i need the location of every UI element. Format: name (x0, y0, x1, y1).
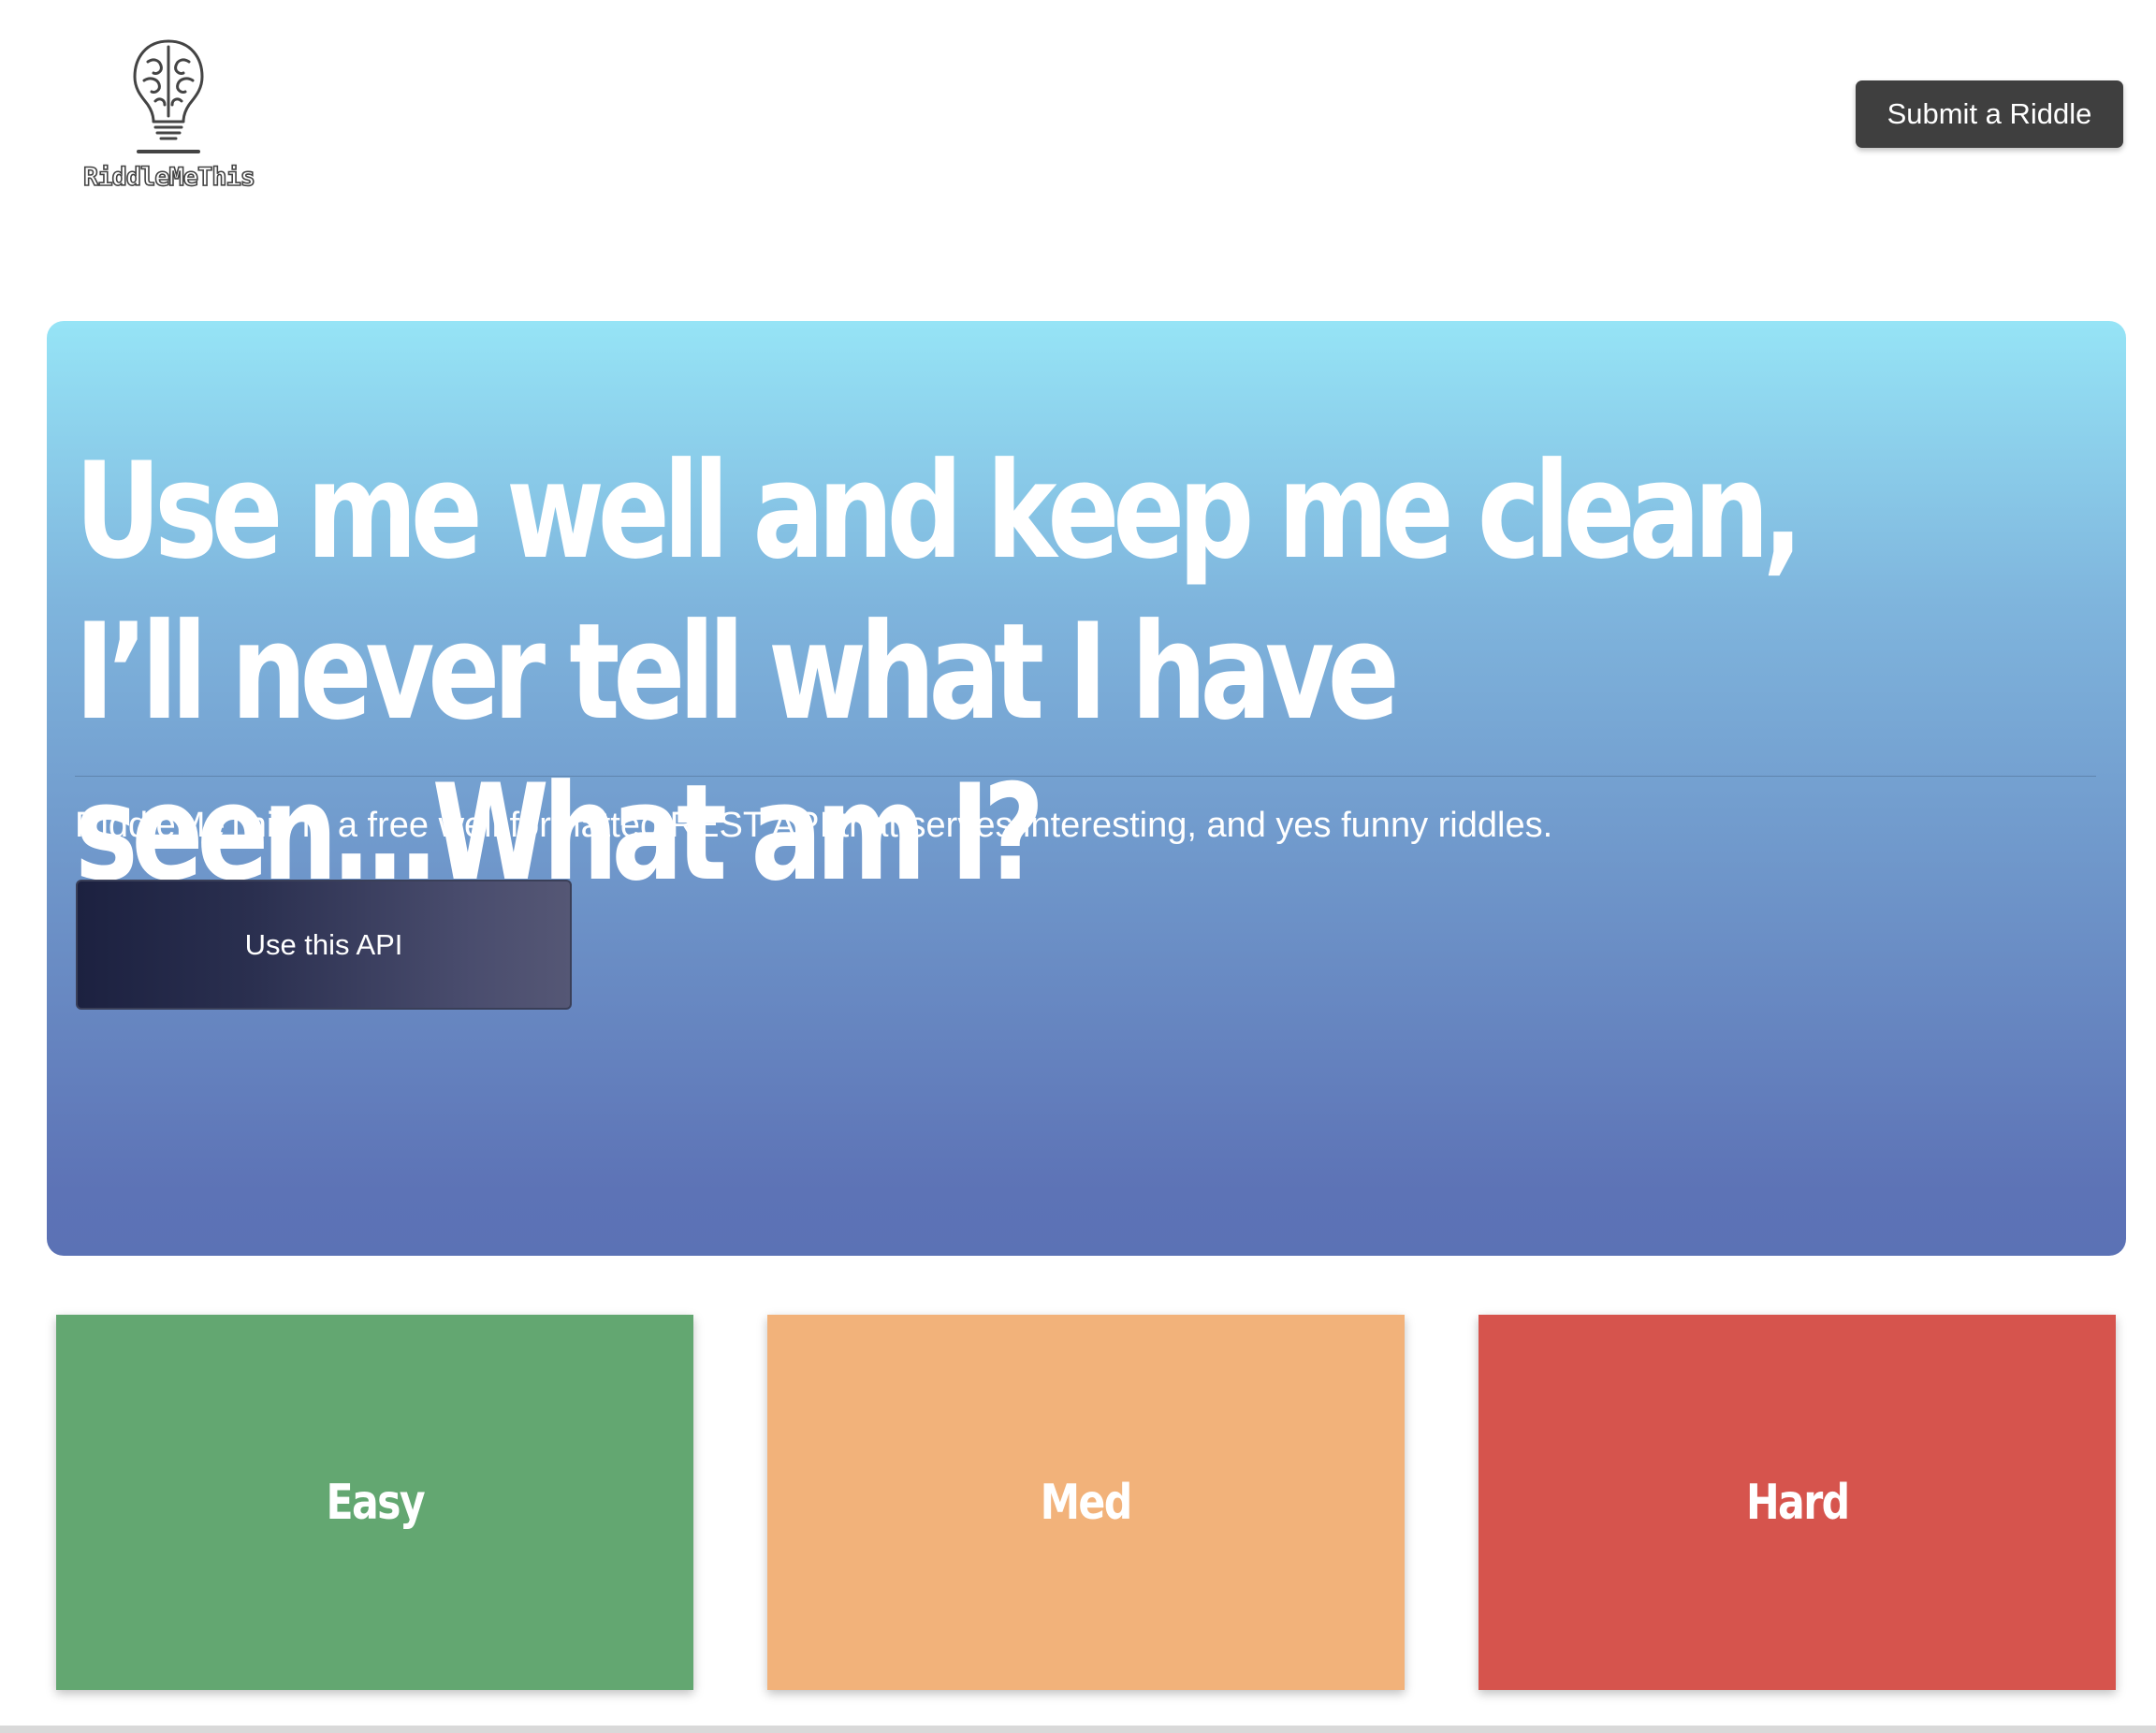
difficulty-label-easy: Easy (326, 1474, 425, 1531)
site-logo[interactable]: RiddleMeThis (73, 36, 265, 204)
difficulty-card-hard[interactable]: Hard (1479, 1315, 2116, 1690)
difficulty-label-med: Med (1041, 1474, 1133, 1531)
logo-wordmark: RiddleMeThis (82, 162, 256, 193)
hero-description: RiddleMeThis is a free well formatted RE… (75, 806, 1553, 845)
submit-riddle-button[interactable]: Submit a Riddle (1856, 80, 2123, 148)
difficulty-card-med[interactable]: Med (767, 1315, 1405, 1690)
horizontal-scrollbar[interactable] (0, 1726, 2156, 1733)
lightbulb-brain-icon (133, 39, 204, 153)
hero-banner: Use me well and keep me clean, I’ll neve… (47, 321, 2126, 1256)
use-api-button[interactable]: Use this API (76, 880, 572, 1010)
hero-divider (75, 776, 2096, 777)
difficulty-label-hard: Hard (1745, 1474, 1850, 1531)
difficulty-card-easy[interactable]: Easy (56, 1315, 693, 1690)
